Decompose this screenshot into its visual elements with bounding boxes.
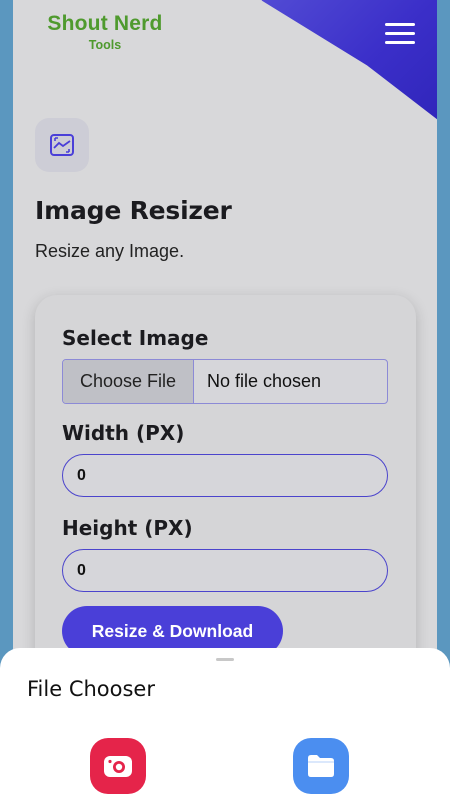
width-label: Width (PX) xyxy=(62,421,185,445)
height-input[interactable] xyxy=(62,549,388,592)
select-image-label: Select Image xyxy=(62,326,209,350)
header-decoration xyxy=(241,0,437,130)
file-chooser-title: File Chooser xyxy=(27,677,155,701)
camera-app-icon[interactable] xyxy=(90,738,146,794)
height-label: Height (PX) xyxy=(62,516,193,540)
hamburger-menu-icon[interactable] xyxy=(385,23,415,45)
site-logo[interactable]: Shout Nerd Tools xyxy=(40,12,170,52)
page-title: Image Resizer xyxy=(35,196,232,225)
file-chooser-sheet: File Chooser xyxy=(0,648,450,800)
width-input[interactable] xyxy=(62,454,388,497)
file-input[interactable]: Choose File No file chosen xyxy=(62,359,388,404)
image-resize-icon xyxy=(35,118,89,172)
choose-file-button[interactable]: Choose File xyxy=(63,360,194,403)
logo-title: Shout Nerd xyxy=(47,12,163,35)
logo-subtitle: Tools xyxy=(88,38,122,52)
file-status-text: No file chosen xyxy=(207,371,322,391)
sheet-drag-handle[interactable] xyxy=(216,658,234,661)
page-description: Resize any Image. xyxy=(35,241,185,261)
files-app-icon[interactable] xyxy=(293,738,349,794)
